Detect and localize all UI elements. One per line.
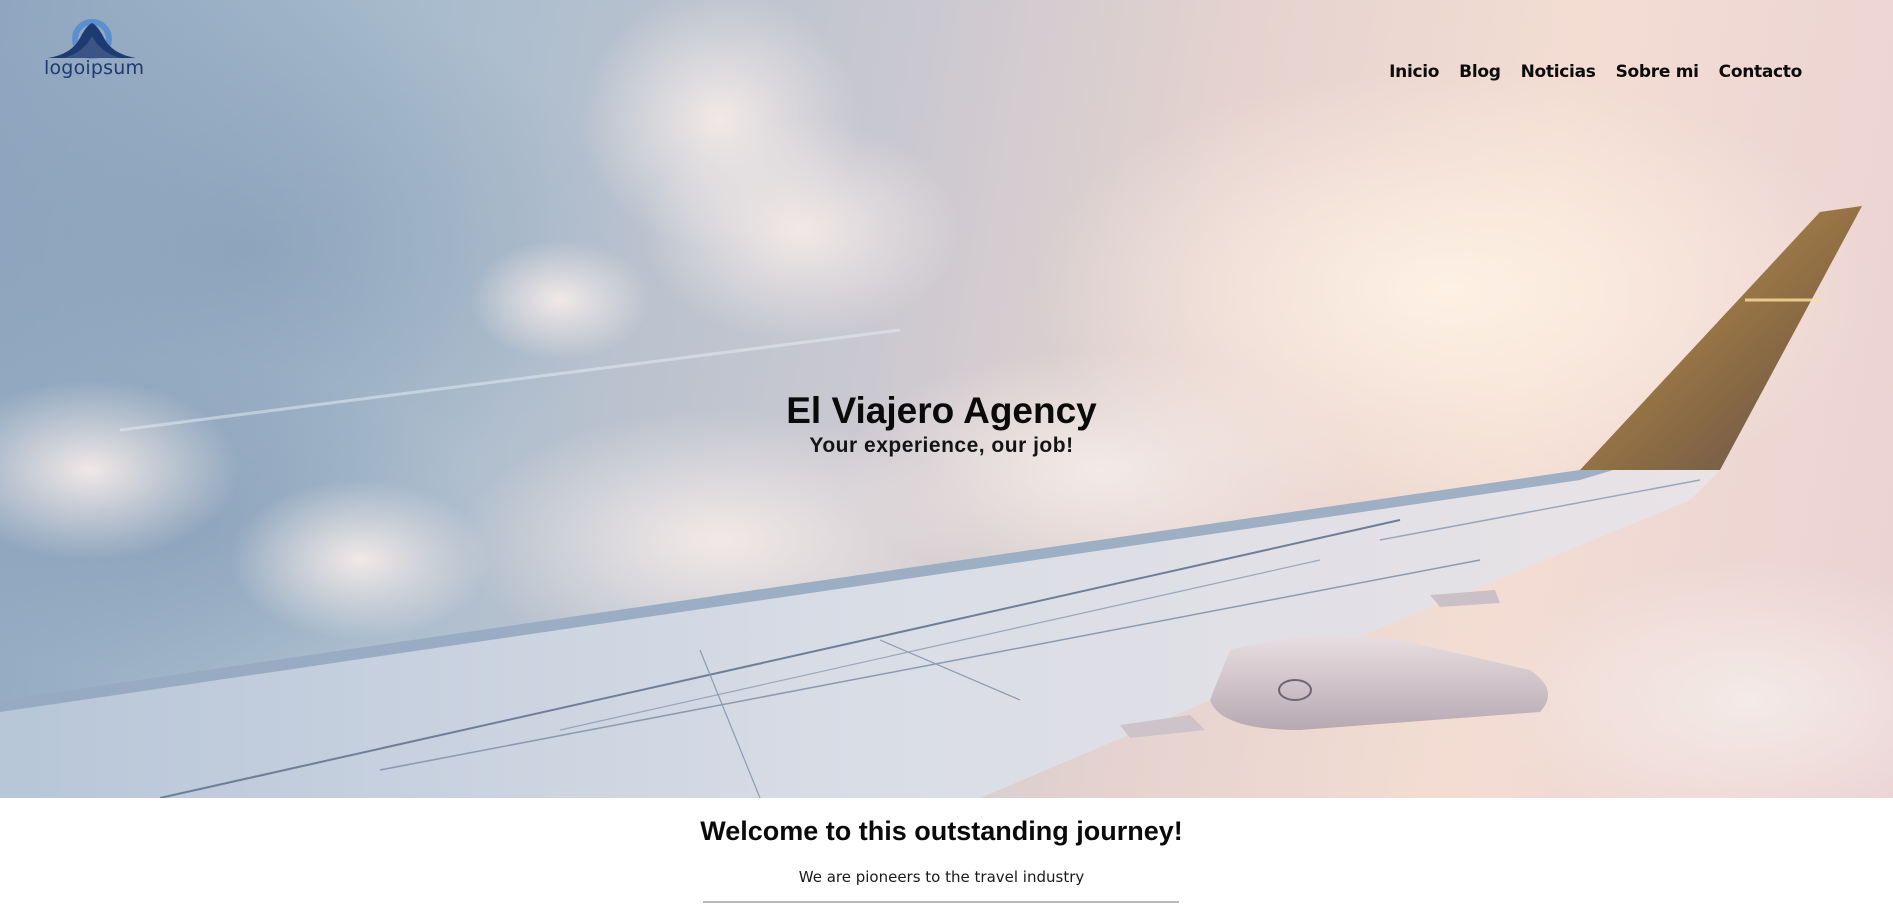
logo-icon bbox=[48, 19, 136, 59]
nav-link-inicio[interactable]: Inicio bbox=[1389, 62, 1439, 82]
main-nav: Inicio Blog Noticias Sobre mi Contacto bbox=[1389, 62, 1802, 82]
hero-banner: logoipsum Inicio Blog Noticias Sobre mi … bbox=[0, 0, 1893, 798]
logo[interactable]: logoipsum bbox=[44, 10, 145, 84]
welcome-title: Welcome to this outstanding journey! bbox=[700, 816, 1183, 846]
nav-link-sobre-mi[interactable]: Sobre mi bbox=[1616, 62, 1699, 82]
welcome-section: Welcome to this outstanding journey! We … bbox=[0, 798, 1893, 912]
section-divider bbox=[703, 901, 1179, 903]
logo-text: logoipsum bbox=[44, 57, 145, 79]
hero-subtitle: Your experience, our job! bbox=[809, 434, 1074, 457]
nav-link-contacto[interactable]: Contacto bbox=[1719, 62, 1803, 82]
nav-link-noticias[interactable]: Noticias bbox=[1521, 62, 1596, 82]
hero-title: El Viajero Agency bbox=[786, 390, 1097, 431]
welcome-text: We are pioneers to the travel industry bbox=[798, 868, 1085, 886]
nav-link-blog[interactable]: Blog bbox=[1459, 62, 1501, 82]
